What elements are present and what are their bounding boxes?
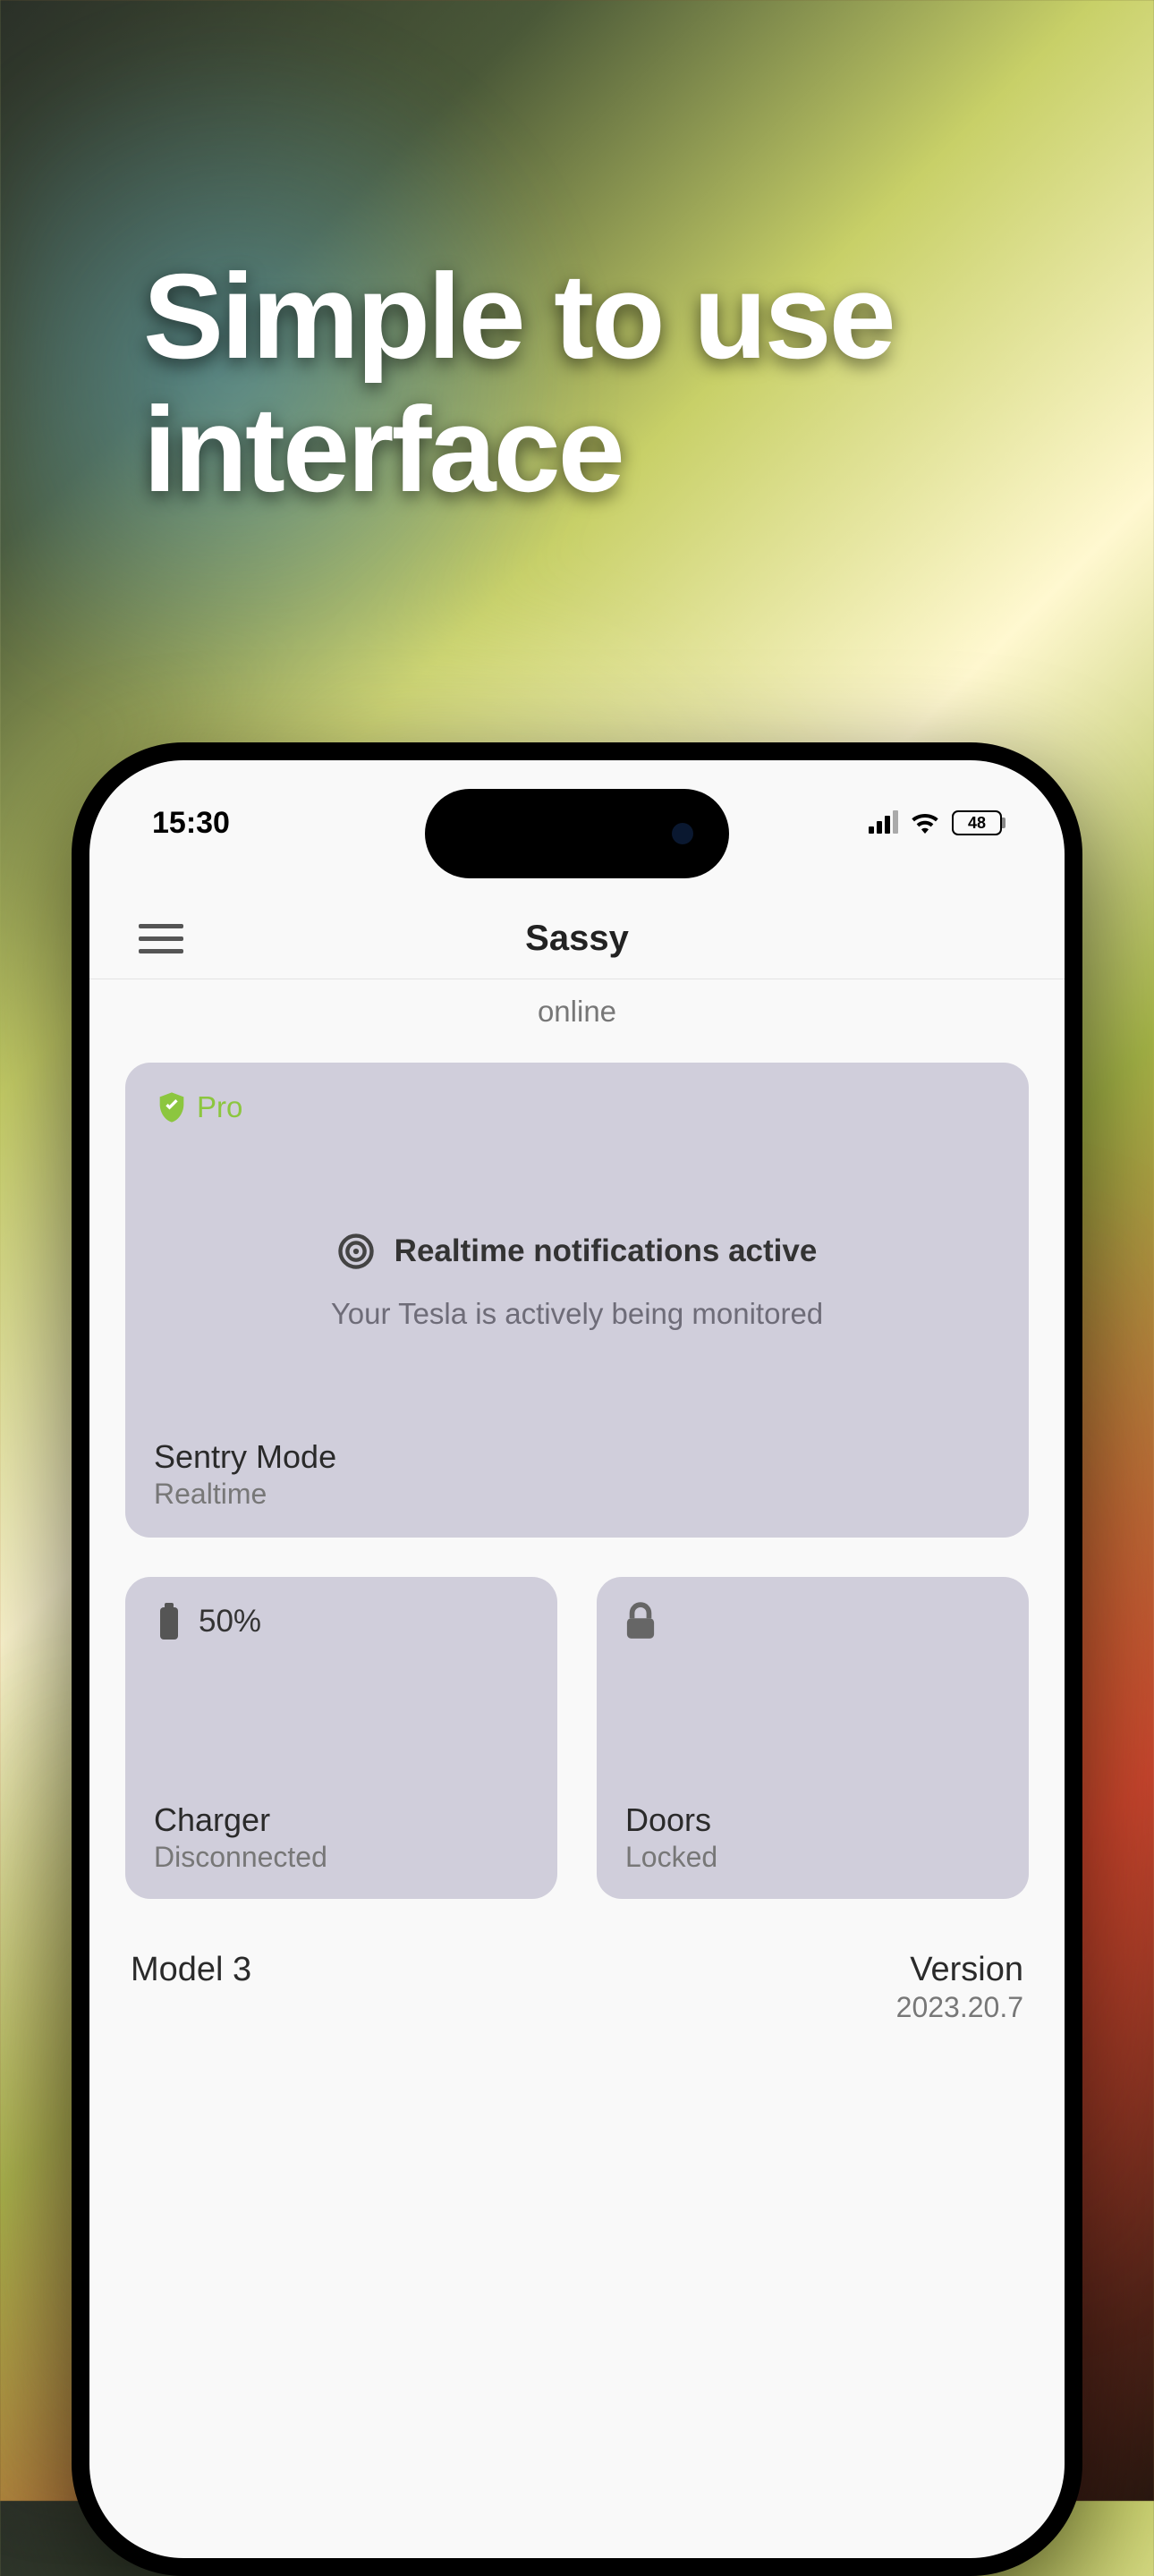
wifi-icon: [911, 812, 939, 834]
connection-status: online: [125, 995, 1029, 1029]
charger-card-status: Disconnected: [154, 1841, 529, 1874]
app-header: Sassy: [89, 899, 1065, 979]
sentry-card-headline: Realtime notifications active: [395, 1233, 818, 1269]
shield-check-icon: [154, 1089, 190, 1125]
sentry-card-footer-title: Sentry Mode: [154, 1438, 1000, 1476]
version-number: 2023.20.7: [896, 1991, 1023, 2024]
battery-indicator: 48: [952, 810, 1002, 835]
app-title: Sassy: [525, 919, 629, 959]
marketing-headline: Simple to use interface: [143, 250, 1154, 516]
charger-card[interactable]: 50% Charger Disconnected: [125, 1577, 557, 1899]
doors-card-title: Doors: [625, 1801, 1000, 1839]
vehicle-model: Model 3: [131, 1951, 251, 1989]
version-label: Version: [896, 1951, 1023, 1989]
battery-icon: [154, 1602, 184, 1641]
cellular-signal-icon: [869, 812, 898, 834]
target-icon: [337, 1233, 375, 1270]
sentry-card[interactable]: Pro Realtime notifications active Your T…: [125, 1063, 1029, 1538]
phone-frame: 15:30 48 Sassy online: [72, 742, 1082, 2576]
pro-badge-label: Pro: [197, 1090, 242, 1124]
doors-card-status: Locked: [625, 1841, 1000, 1874]
charger-card-title: Charger: [154, 1801, 529, 1839]
sentry-card-subtitle: Your Tesla is actively being monitored: [154, 1297, 1000, 1331]
lock-icon: [625, 1602, 656, 1641]
menu-button[interactable]: [139, 917, 183, 962]
sentry-card-footer-sub: Realtime: [154, 1478, 1000, 1511]
pro-badge: Pro: [154, 1089, 1000, 1125]
phone-screen: 15:30 48 Sassy online: [89, 760, 1065, 2558]
status-time: 15:30: [152, 806, 230, 841]
doors-card[interactable]: Doors Locked: [597, 1577, 1029, 1899]
battery-percent: 50%: [199, 1604, 261, 1640]
dynamic-island: [425, 789, 729, 878]
